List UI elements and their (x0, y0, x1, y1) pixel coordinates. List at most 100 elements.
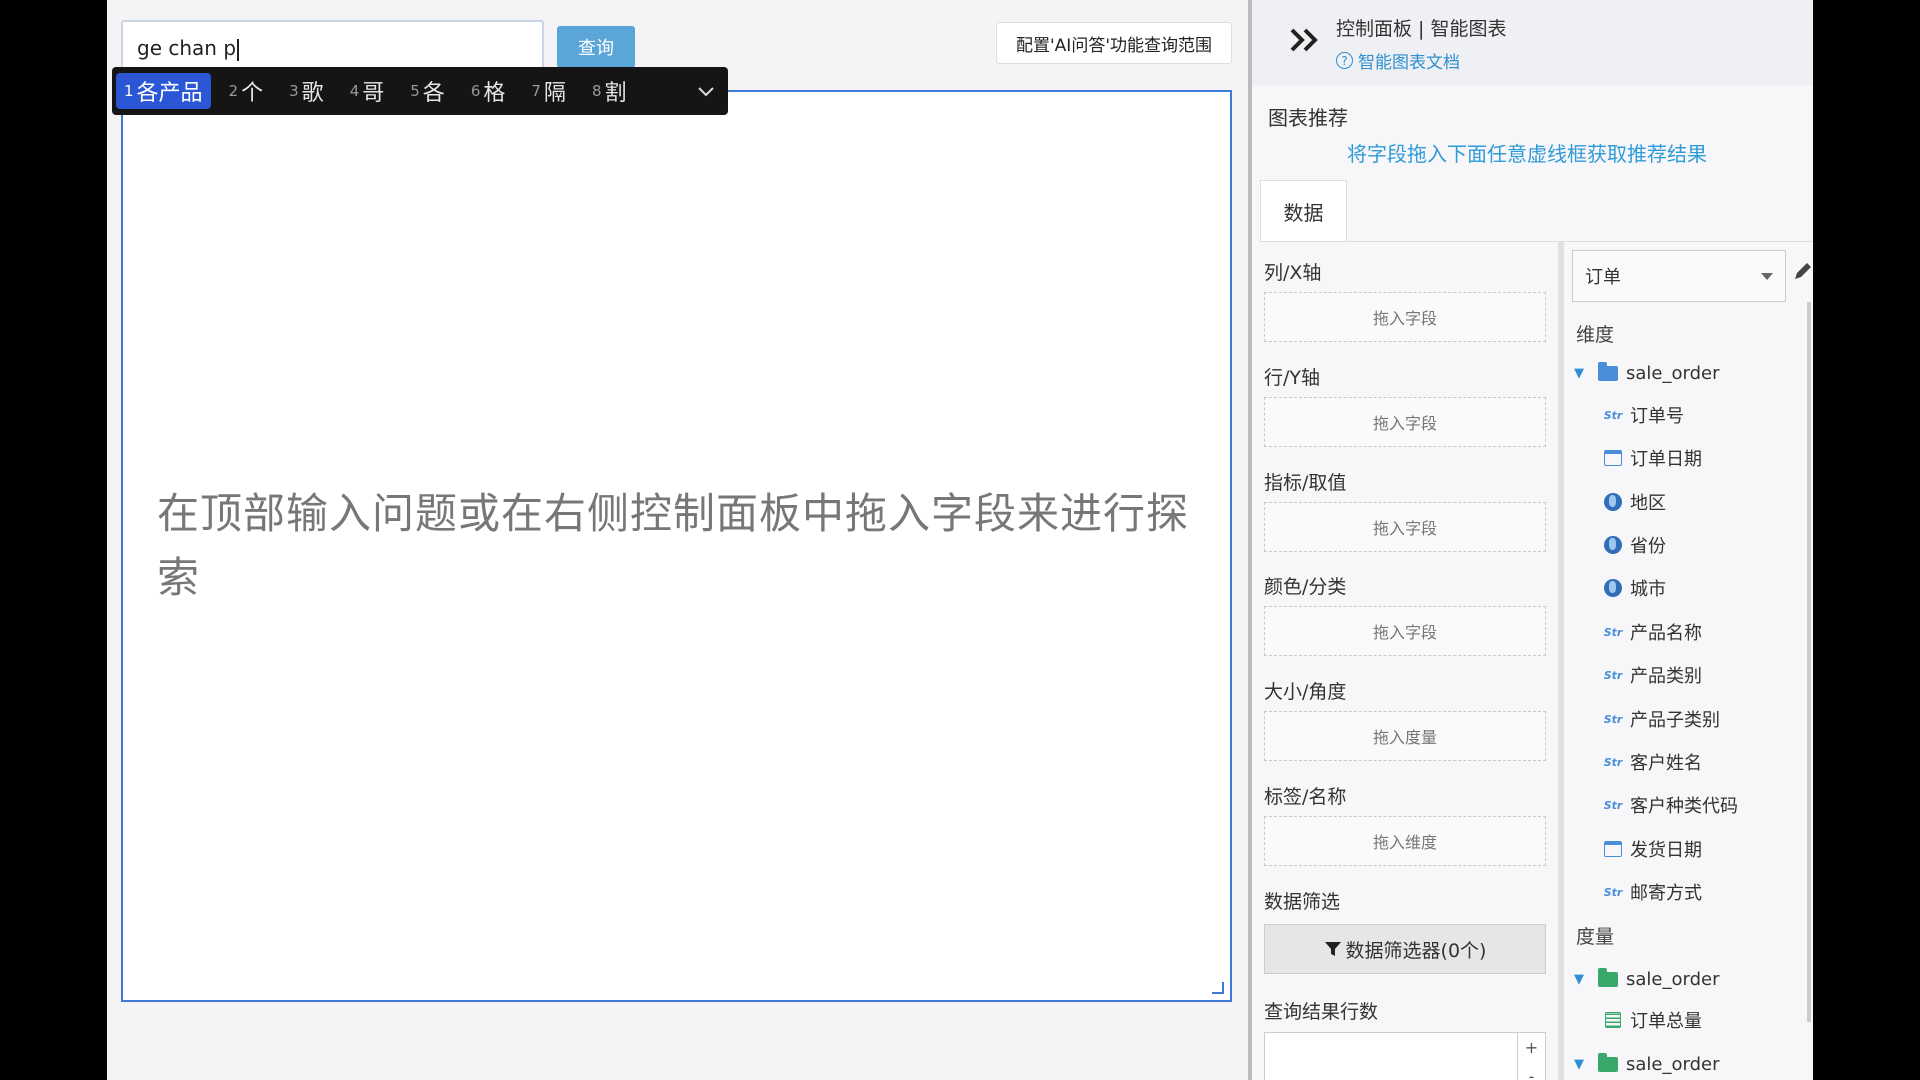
field-item[interactable]: 订单日期 (1602, 443, 1702, 473)
caret-down-icon (1761, 273, 1773, 280)
string-type-icon: Str (1603, 712, 1623, 726)
field-item[interactable]: 发货日期 (1602, 834, 1702, 864)
dimension-folder[interactable]: ▼ sale_order (1574, 358, 1719, 388)
string-type-icon: Str (1603, 668, 1623, 682)
dimension-section-label: 维度 (1576, 324, 1615, 346)
canvas-hint: 在顶部输入问题或在右侧控制面板中拖入字段来进行探索 (157, 489, 1190, 602)
filter-label: 数据筛选 (1264, 891, 1341, 913)
field-item[interactable]: 城市 (1602, 573, 1666, 603)
query-input[interactable]: ge chan p (121, 20, 544, 74)
field-item[interactable]: Str 产品名称 (1602, 617, 1702, 647)
field-item[interactable]: 订单总量 (1602, 1005, 1702, 1035)
field-item[interactable]: Str 订单号 (1602, 400, 1684, 430)
ime-candidate-2[interactable]: 2个 (221, 73, 272, 109)
rows-label: 查询结果行数 (1264, 1001, 1379, 1023)
ime-candidate-1[interactable]: 1 各产品 (116, 73, 211, 109)
help-icon: ? (1336, 52, 1353, 69)
folder-label: sale_order (1626, 968, 1720, 990)
measure-folder[interactable]: ▼ sale_order (1574, 1049, 1719, 1079)
drop-label-x: 列/X轴 (1264, 262, 1322, 284)
chevron-down-icon[interactable]: ▼ (1574, 366, 1590, 381)
drop-zone-metric[interactable]: 拖入字段 (1264, 502, 1546, 552)
rows-stepper: + - (1517, 1033, 1545, 1080)
measure-icon (1602, 1012, 1624, 1028)
ime-candidate-4[interactable]: 4哥 (342, 73, 393, 109)
ime-candidate-6[interactable]: 6格 (463, 73, 514, 109)
folder-icon (1598, 967, 1618, 987)
measure-folder[interactable]: ▼ sale_order (1574, 964, 1719, 994)
field-item[interactable]: Str 客户姓名 (1602, 747, 1702, 777)
tab-data[interactable]: 数据 (1260, 180, 1347, 242)
scrollbar[interactable] (1807, 302, 1811, 1022)
drop-label-y: 行/Y轴 (1264, 367, 1321, 389)
drop-zone-color[interactable]: 拖入字段 (1264, 606, 1546, 656)
globe-icon (1602, 579, 1624, 597)
chevron-down-icon[interactable] (698, 82, 714, 101)
field-list: 订单 维度 ▼ sale_order Str 订单号 订单日期 地区 省份 城市 … (1564, 242, 1813, 1080)
folder-label: sale_order (1626, 1053, 1720, 1075)
ime-candidate-7[interactable]: 7隔 (523, 73, 574, 109)
calendar-icon (1602, 841, 1624, 857)
ime-candidate-3[interactable]: 3歌 (281, 73, 332, 109)
datasource-select[interactable]: 订单 (1572, 250, 1786, 302)
panel-header: 控制面板 | 智能图表 ? 智能图表文档 (1252, 0, 1813, 86)
drop-label-metric: 指标/取值 (1264, 472, 1347, 494)
field-item[interactable]: Str 产品子类别 (1602, 704, 1720, 734)
rows-input[interactable]: + - (1264, 1032, 1546, 1080)
drop-zone-size[interactable]: 拖入度量 (1264, 711, 1546, 761)
field-label: 产品类别 (1630, 666, 1702, 687)
field-label: 客户姓名 (1630, 753, 1702, 774)
field-label: 地区 (1630, 493, 1666, 514)
field-label: 订单号 (1630, 406, 1684, 427)
filter-button[interactable]: 数据筛选器(0个) (1264, 924, 1546, 974)
datasource-value: 订单 (1585, 267, 1621, 288)
field-item[interactable]: Str 客户种类代码 (1602, 790, 1738, 820)
folder-icon (1598, 361, 1618, 381)
field-label: 发货日期 (1630, 840, 1702, 861)
double-chevron-right-icon[interactable] (1288, 24, 1324, 56)
ime-candidate-5[interactable]: 5各 (402, 73, 453, 109)
app-window: ge chan p 查询 配置'AI问答'功能查询范围 在顶部输入问题或在右侧控… (107, 0, 1813, 1080)
doc-link[interactable]: ? 智能图表文档 (1336, 48, 1460, 73)
stepper-plus-button[interactable]: + (1518, 1033, 1545, 1062)
field-label: 城市 (1630, 579, 1666, 600)
chevron-down-icon[interactable]: ▼ (1574, 972, 1590, 987)
string-type-icon: Str (1603, 408, 1623, 422)
globe-icon (1602, 493, 1624, 511)
field-label: 邮寄方式 (1630, 883, 1702, 904)
drop-zone-label[interactable]: 拖入维度 (1264, 816, 1546, 866)
calendar-icon (1602, 450, 1624, 466)
field-item[interactable]: Str 产品类别 (1602, 660, 1702, 690)
control-panel: 控制面板 | 智能图表 ? 智能图表文档 图表推荐 将字段拖入下面任意虚线框获取… (1252, 0, 1813, 1080)
measure-section-label: 度量 (1576, 926, 1615, 948)
field-label: 订单日期 (1630, 449, 1702, 470)
filter-button-label: 数据筛选器(0个) (1345, 939, 1487, 962)
doc-link-label: 智能图表文档 (1358, 53, 1460, 73)
globe-icon (1602, 536, 1624, 554)
string-type-icon: Str (1603, 625, 1623, 639)
ime-candidate-8[interactable]: 8割 (584, 73, 635, 109)
stepper-minus-button[interactable]: - (1518, 1062, 1545, 1080)
config-ai-scope-button[interactable]: 配置'AI问答'功能查询范围 (996, 22, 1232, 64)
query-input-value: ge chan p (137, 36, 237, 60)
field-label: 省份 (1630, 536, 1666, 557)
field-item[interactable]: 省份 (1602, 530, 1666, 560)
field-item[interactable]: Str 邮寄方式 (1602, 877, 1702, 907)
query-button[interactable]: 查询 (557, 26, 635, 68)
field-label: 产品名称 (1630, 623, 1702, 644)
chevron-down-icon[interactable]: ▼ (1574, 1057, 1590, 1072)
edit-pencil-icon[interactable] (1792, 260, 1813, 282)
string-type-icon: Str (1603, 798, 1623, 812)
field-label: 产品子类别 (1630, 710, 1720, 731)
string-type-icon: Str (1603, 885, 1623, 899)
drop-zone-x[interactable]: 拖入字段 (1264, 292, 1546, 342)
panel-title: 控制面板 | 智能图表 (1336, 18, 1507, 40)
resize-handle-icon[interactable] (1212, 982, 1224, 994)
ime-candidate-bar: 1 各产品 2个 3歌 4哥 5各 6格 7隔 8割 (112, 67, 728, 115)
funnel-icon (1324, 942, 1341, 956)
drop-label-color: 颜色/分类 (1264, 576, 1347, 598)
field-item[interactable]: 地区 (1602, 487, 1666, 517)
folder-icon (1598, 1052, 1618, 1072)
drop-zone-y[interactable]: 拖入字段 (1264, 397, 1546, 447)
field-label: 客户种类代码 (1630, 796, 1738, 817)
